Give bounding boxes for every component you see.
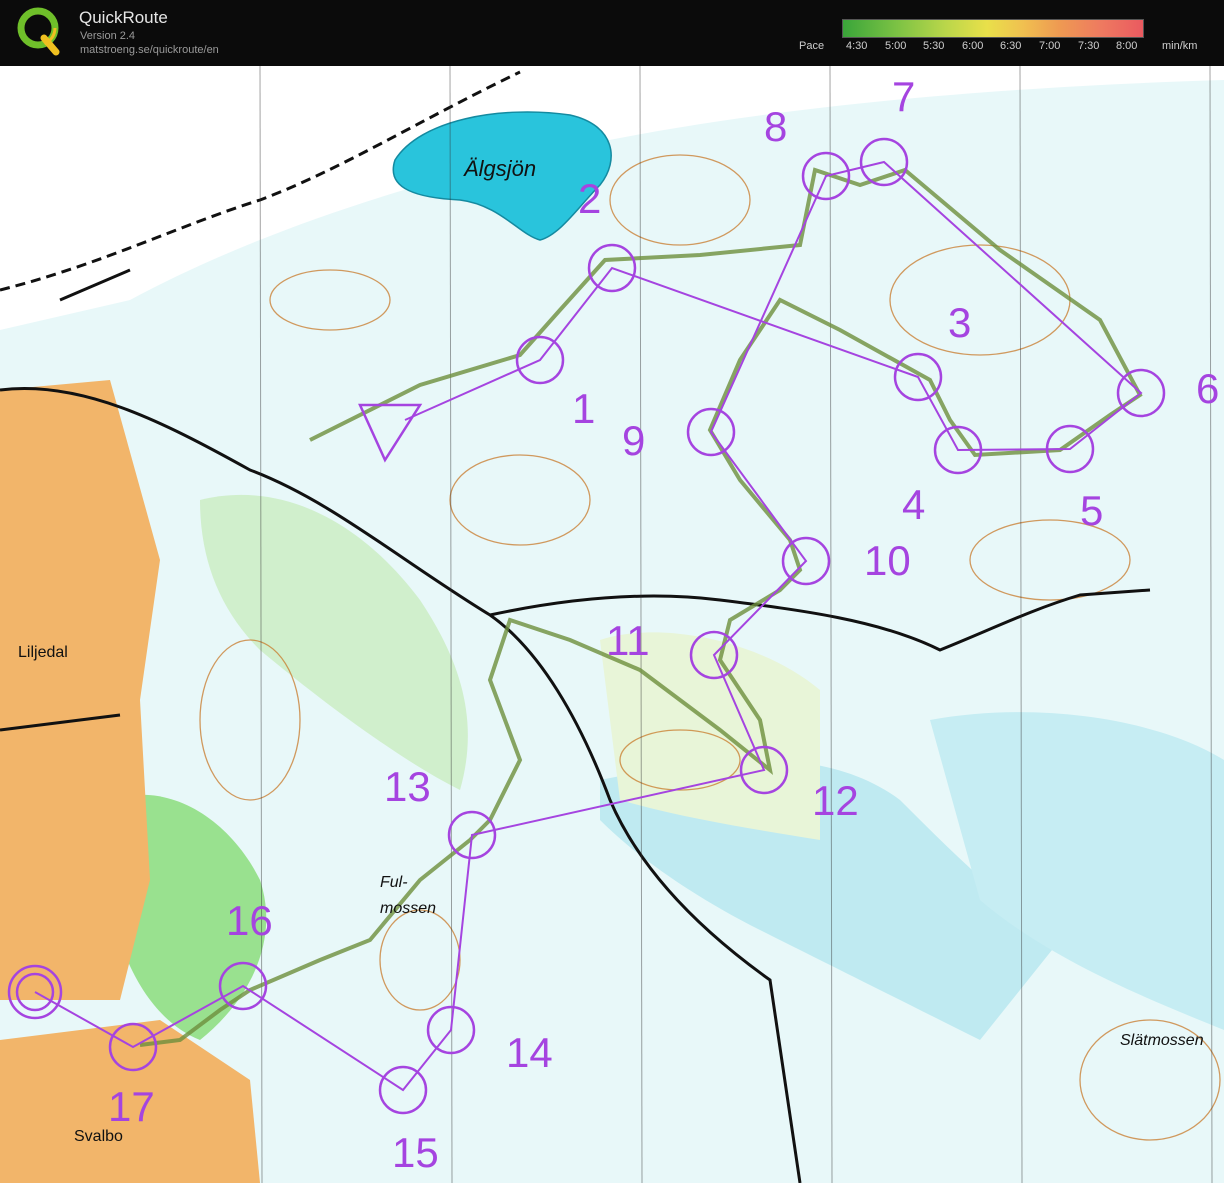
control-number: 14 [506, 1029, 553, 1076]
control-number: 7 [892, 73, 916, 120]
place-label-svalbo: Svalbo [74, 1128, 123, 1145]
control-number: 8 [764, 103, 788, 150]
control-number: 2 [578, 175, 602, 222]
place-label-liljedal: Liljedal [18, 644, 68, 661]
control-number: 1 [572, 385, 596, 432]
pace-tick: 7:30 [1078, 40, 1100, 52]
pace-tick: 5:00 [885, 40, 907, 52]
pace-unit: min/km [1162, 40, 1198, 52]
pace-tick: 6:30 [1000, 40, 1022, 52]
app-url[interactable]: matstroeng.se/quickroute/en [80, 44, 219, 56]
pace-tick: 4:30 [846, 40, 868, 52]
orienteering-map[interactable]: Älgsjön Liljedal Ful- mossen Svalbo Slät… [0, 66, 1224, 1183]
quickroute-logo-icon [17, 7, 60, 56]
lake-label: Älgsjön [464, 156, 537, 181]
control-number: 12 [812, 777, 859, 824]
control-number: 3 [948, 299, 972, 346]
control-number: 10 [864, 537, 911, 584]
control-number: 16 [226, 897, 273, 944]
control-number: 11 [606, 617, 650, 664]
app-version: Version 2.4 [80, 30, 136, 42]
pace-tick: 5:30 [923, 40, 945, 52]
control-number: 13 [384, 763, 431, 810]
place-label-fulmossen: Ful- [380, 874, 408, 891]
control-number: 17 [108, 1083, 155, 1130]
control-number: 9 [622, 417, 646, 464]
pace-tick: 7:00 [1039, 40, 1061, 52]
quickroute-window: QuickRoute Version 2.4 matstroeng.se/qui… [0, 0, 1224, 1183]
place-label-slatmossen: Slätmossen [1120, 1032, 1204, 1049]
pace-tick: 8:00 [1116, 40, 1138, 52]
control-number: 5 [1080, 487, 1104, 534]
control-number: 6 [1196, 365, 1220, 412]
place-label-fulmossen: mossen [380, 900, 437, 917]
control-number: 15 [392, 1129, 439, 1176]
pace-color-scale [842, 19, 1144, 38]
control-number: 4 [902, 481, 926, 528]
app-name: QuickRoute [79, 8, 168, 27]
title-bar: QuickRoute Version 2.4 matstroeng.se/qui… [0, 0, 1224, 66]
pace-legend-label: Pace [799, 40, 825, 52]
pace-tick: 6:00 [962, 40, 984, 52]
